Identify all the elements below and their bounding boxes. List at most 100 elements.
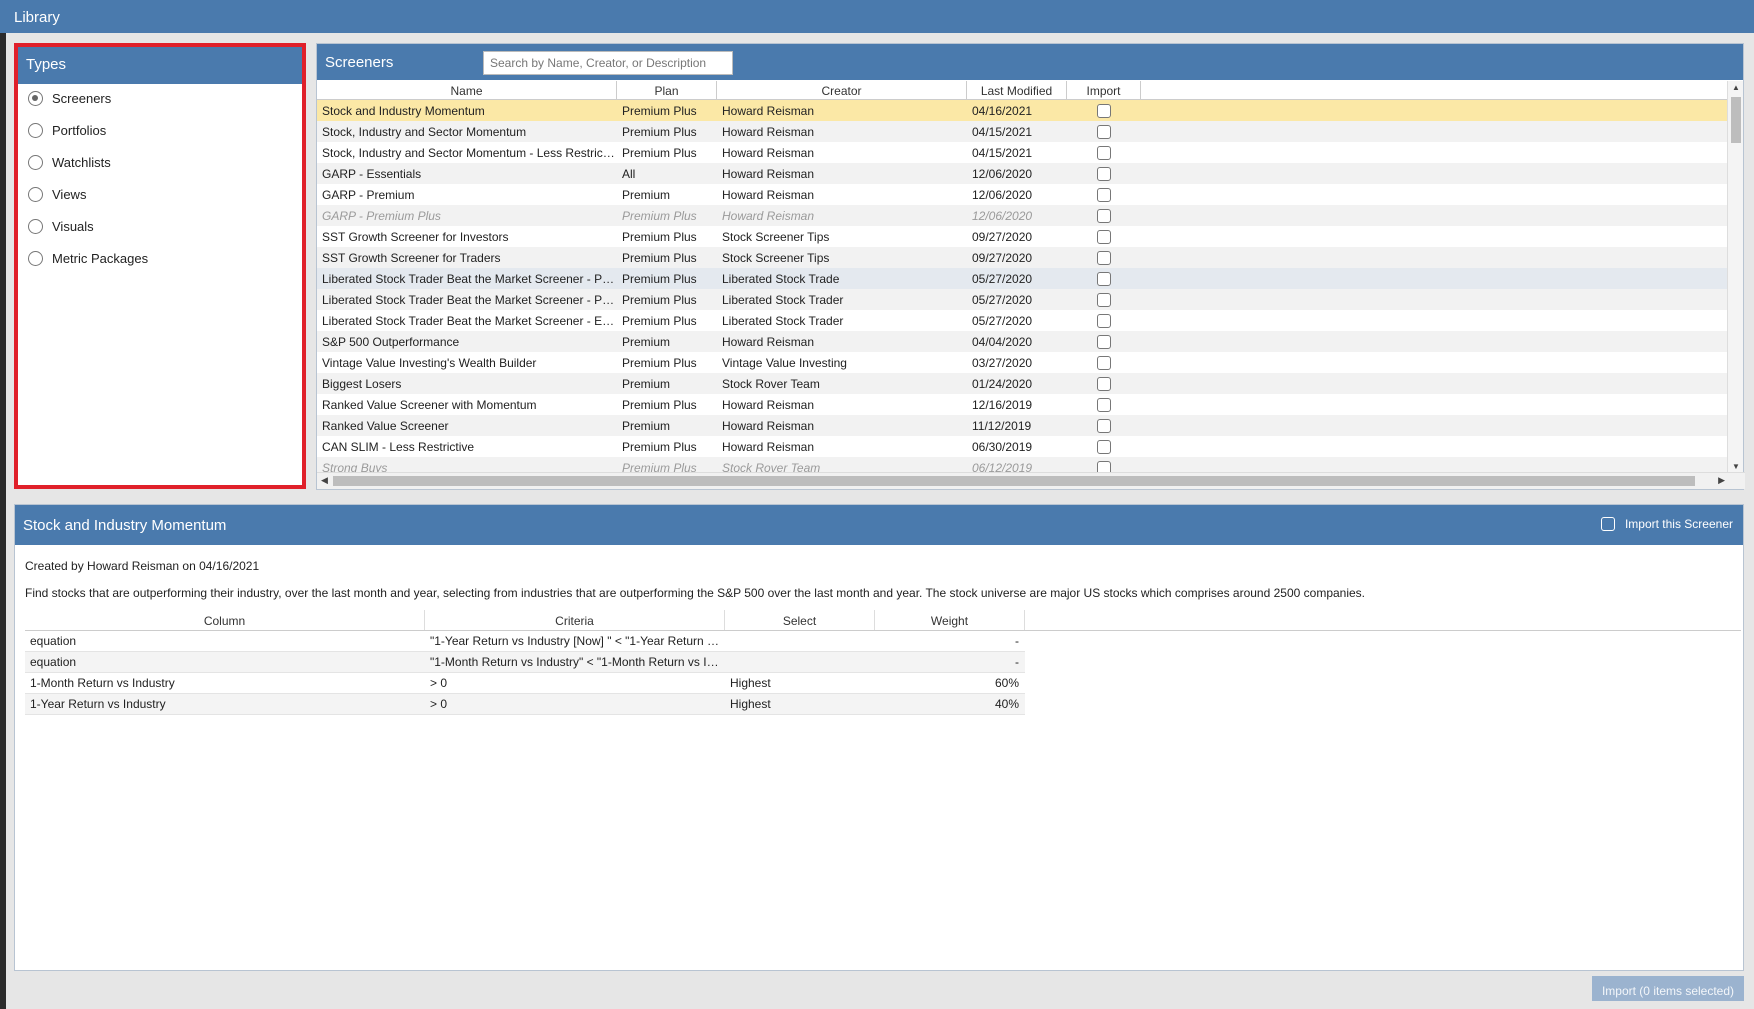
table-row[interactable]: Strong Buys Premium Plus Stock Rover Team 0…: [317, 457, 1727, 473]
col-creator[interactable]: Creator: [717, 81, 967, 99]
import-checkbox[interactable]: [1097, 166, 1111, 181]
import-this-screener[interactable]: Import this Screener: [1600, 517, 1733, 531]
table-row[interactable]: Stock, Industry and Sector Momentum - Le…: [317, 142, 1727, 163]
cell-plan: Premium Plus: [622, 313, 697, 328]
cell-import: [1067, 439, 1141, 454]
import-button[interactable]: Import (0 items selected): [1592, 976, 1744, 1001]
vertical-scrollbar[interactable]: ▲ ▼: [1727, 81, 1743, 473]
criteria-row[interactable]: equation "1-Month Return vs Industry" < "…: [25, 652, 1025, 673]
crit-col-select[interactable]: Select: [725, 610, 875, 630]
table-row[interactable]: Liberated Stock Trader Beat the Market S…: [317, 289, 1727, 310]
criteria-cell-criteria: "1-Year Return vs Industry [Now] " < "1-…: [430, 634, 725, 648]
criteria-cell-column: equation: [30, 655, 77, 669]
types-header: Types: [18, 47, 302, 84]
screener-description: Find stocks that are outperforming their…: [25, 586, 1366, 600]
col-import[interactable]: Import: [1067, 81, 1141, 99]
type-visuals[interactable]: Visuals: [28, 216, 94, 236]
radio-button[interactable]: [28, 218, 43, 234]
type-watchlists[interactable]: Watchlists: [28, 152, 111, 172]
cell-plan: Premium Plus: [622, 355, 697, 370]
import-checkbox[interactable]: [1097, 397, 1111, 412]
type-views[interactable]: Views: [28, 184, 86, 204]
criteria-row[interactable]: 1-Year Return vs Industry > 0 Highest 40%: [25, 694, 1025, 715]
cell-import: [1067, 334, 1141, 349]
import-this-screener-checkbox[interactable]: [1600, 517, 1615, 531]
import-checkbox[interactable]: [1097, 229, 1111, 244]
scroll-right-icon[interactable]: ▶: [1718, 475, 1725, 486]
cell-modified: 11/12/2019: [972, 418, 1032, 433]
import-checkbox[interactable]: [1097, 250, 1111, 265]
type-screeners[interactable]: Screeners: [28, 88, 111, 108]
import-checkbox[interactable]: [1097, 208, 1111, 223]
import-checkbox[interactable]: [1097, 355, 1111, 370]
import-checkbox[interactable]: [1097, 376, 1111, 391]
import-checkbox[interactable]: [1097, 124, 1111, 139]
radio-button[interactable]: [28, 122, 43, 138]
cell-creator: Howard Reisman: [722, 124, 815, 139]
import-checkbox[interactable]: [1097, 313, 1111, 328]
table-row[interactable]: Liberated Stock Trader Beat the Market S…: [317, 268, 1727, 289]
table-row[interactable]: Stock and Industry Momentum Premium Plus H…: [317, 100, 1727, 121]
vertical-scroll-thumb[interactable]: [1731, 97, 1741, 143]
import-checkbox[interactable]: [1097, 145, 1111, 160]
table-row[interactable]: GARP - Essentials All Howard Reisman 12/06/…: [317, 163, 1727, 184]
import-checkbox[interactable]: [1097, 439, 1111, 454]
radio-button[interactable]: [28, 90, 43, 106]
table-row[interactable]: Liberated Stock Trader Beat the Market S…: [317, 310, 1727, 331]
import-checkbox[interactable]: [1097, 334, 1111, 349]
table-row[interactable]: Vintage Value Investing's Wealth Builder…: [317, 352, 1727, 373]
cell-creator: Howard Reisman: [722, 187, 815, 202]
type-label: Portfolios: [52, 122, 107, 138]
detail-header: Stock and Industry Momentum Import this …: [15, 505, 1743, 545]
cell-modified: 04/15/2021: [972, 145, 1033, 160]
table-row[interactable]: SST Growth Screener for Investors Premium…: [317, 226, 1727, 247]
import-checkbox[interactable]: [1097, 292, 1111, 307]
radio-button[interactable]: [28, 186, 43, 202]
radio-button[interactable]: [28, 154, 43, 170]
import-checkbox[interactable]: [1097, 103, 1111, 118]
criteria-cell-column: equation: [30, 634, 77, 648]
cell-plan: Premium: [622, 334, 671, 349]
crit-col-weight[interactable]: Weight: [875, 610, 1025, 630]
cell-name: Liberated Stock Trader Beat the Market S…: [322, 292, 617, 307]
horizontal-scrollbar[interactable]: ◀ ▶: [317, 472, 1745, 489]
cell-creator: Liberated Stock Trade: [722, 271, 840, 286]
import-checkbox[interactable]: [1097, 187, 1111, 202]
criteria-row[interactable]: 1-Month Return vs Industry > 0 Highest 60%: [25, 673, 1025, 694]
cell-plan: Premium Plus: [622, 124, 697, 139]
radio-button[interactable]: [28, 250, 43, 266]
crit-col-criteria[interactable]: Criteria: [425, 610, 725, 630]
type-metric-packages[interactable]: Metric Packages: [28, 248, 148, 268]
import-checkbox[interactable]: [1097, 418, 1111, 433]
window-title: Library: [0, 0, 1754, 33]
search-input[interactable]: [483, 51, 733, 75]
table-row[interactable]: SST Growth Screener for Traders Premium P…: [317, 247, 1727, 268]
table-row[interactable]: GARP - Premium Premium Howard Reisman 12/06…: [317, 184, 1727, 205]
horizontal-scroll-thumb[interactable]: [333, 476, 1695, 486]
scroll-up-icon[interactable]: ▲: [1732, 83, 1740, 92]
crit-col-column[interactable]: Column: [25, 610, 425, 630]
grid-header: Name Plan Creator Last Modified Import: [317, 81, 1727, 100]
col-name[interactable]: Name: [317, 81, 617, 99]
scroll-left-icon[interactable]: ◀: [321, 475, 328, 486]
table-row[interactable]: Ranked Value Screener with Momentum Premi…: [317, 394, 1727, 415]
type-portfolios[interactable]: Portfolios: [28, 120, 106, 140]
table-row[interactable]: Biggest Losers Premium Stock Rover Team 01/…: [317, 373, 1727, 394]
cell-import: [1067, 208, 1141, 223]
table-row[interactable]: CAN SLIM - Less Restrictive Premium Plus H…: [317, 436, 1727, 457]
criteria-cell-select: Highest: [730, 697, 771, 711]
table-row[interactable]: Ranked Value Screener Premium Howard Reism…: [317, 415, 1727, 436]
col-last-modified[interactable]: Last Modified: [967, 81, 1067, 99]
table-row[interactable]: GARP - Premium Plus Premium Plus Howard Re…: [317, 205, 1727, 226]
criteria-row[interactable]: equation "1-Year Return vs Industry [Now]…: [25, 631, 1025, 652]
screeners-panel: Screeners Name Plan Creator Last Modifie…: [316, 43, 1745, 490]
scroll-down-icon[interactable]: ▼: [1732, 462, 1740, 471]
table-row[interactable]: Stock, Industry and Sector Momentum Premi…: [317, 121, 1727, 142]
table-row[interactable]: S&P 500 Outperformance Premium Howard Reis…: [317, 331, 1727, 352]
cell-plan: Premium Plus: [622, 208, 697, 223]
import-checkbox[interactable]: [1097, 271, 1111, 286]
cell-modified: 04/16/2021: [972, 103, 1033, 118]
col-plan[interactable]: Plan: [617, 81, 717, 99]
cell-plan: All: [622, 166, 636, 181]
criteria-cell-select: Highest: [730, 676, 771, 690]
